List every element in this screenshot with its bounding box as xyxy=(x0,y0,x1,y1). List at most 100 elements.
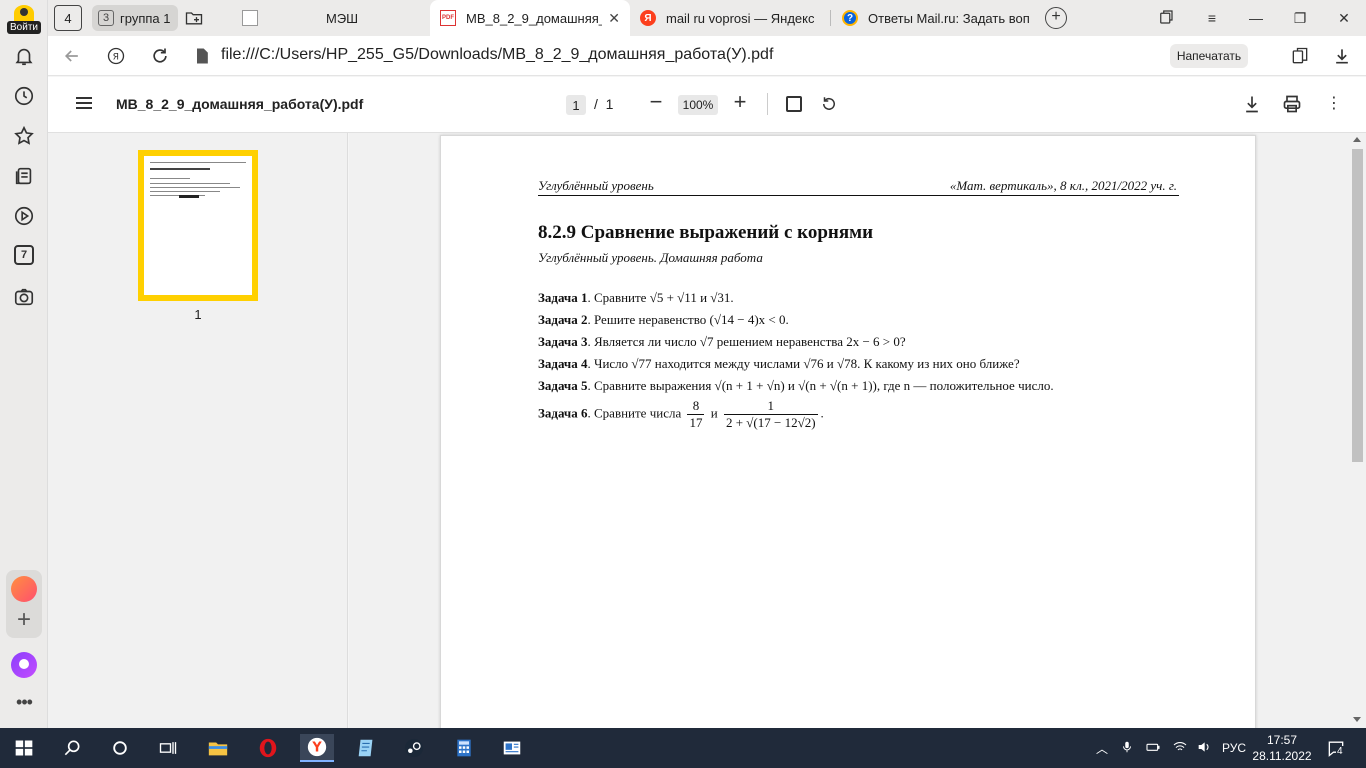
task-1: Задача 1. Сравните √5 + √11 и √31. xyxy=(538,290,734,306)
task-6-period: . xyxy=(820,405,824,421)
pdf-page: Углублённый уровень «Мат. вертикаль», 8 … xyxy=(440,135,1256,728)
clock-date: 28.11.2022 xyxy=(1252,749,1312,763)
extensions-icon[interactable] xyxy=(1288,44,1312,68)
svg-text:Y: Y xyxy=(311,741,322,756)
task-text: . Сравните числа xyxy=(587,405,682,421)
downloads-icon[interactable] xyxy=(1330,44,1354,68)
camera-icon[interactable] xyxy=(12,285,36,309)
task-label: Задача 6 xyxy=(538,405,588,421)
task-text: . Число √77 находится между числами √76 … xyxy=(587,356,1020,371)
tab-mesh[interactable]: МЭШ xyxy=(232,0,428,36)
battery-icon[interactable] xyxy=(1144,739,1162,758)
task-label: Задача 2 xyxy=(538,312,588,327)
fit-page-icon[interactable] xyxy=(786,96,802,112)
bell-icon[interactable] xyxy=(12,44,36,68)
play-icon[interactable] xyxy=(12,204,36,228)
pdf-toolbar: МВ_8_2_9_домашняя_работа(У).pdf 1 / 1 − … xyxy=(48,77,1366,133)
zoom-in-button[interactable]: + xyxy=(730,91,750,115)
alice-icon[interactable] xyxy=(11,652,37,678)
tab-bar: 4 3 группа 1 МЭШ PDF МВ_8_2_9_домашняя_р… xyxy=(48,0,1366,36)
new-group-icon[interactable] xyxy=(184,8,204,28)
task-text: . Решите неравенство (√14 − 4)x < 0. xyxy=(587,312,789,327)
tab-mail-answers[interactable]: ? Ответы Mail.ru: Задать воп xyxy=(832,0,1032,36)
system-tray: ︿ РУС xyxy=(1096,728,1246,768)
outline-menu-icon[interactable] xyxy=(76,97,92,111)
section-subtitle: Углублённый уровень. Домашняя работа xyxy=(538,250,763,265)
notifications-icon[interactable]: 4 xyxy=(1326,738,1346,758)
svg-text:Я: Я xyxy=(113,51,119,62)
file-explorer-icon[interactable] xyxy=(204,734,232,762)
task-text: . Является ли число √7 решением неравенс… xyxy=(587,334,906,349)
calendar-icon[interactable]: 7 xyxy=(14,245,34,265)
restore-icon[interactable]: ❐ xyxy=(1290,8,1310,28)
calculator-icon[interactable] xyxy=(450,734,478,762)
notes-app-icon[interactable] xyxy=(352,734,380,762)
search-icon[interactable] xyxy=(58,734,86,762)
tray-expand-icon[interactable]: ︿ xyxy=(1096,740,1108,757)
more-icon[interactable]: ••• xyxy=(12,692,36,712)
collections-icon[interactable] xyxy=(12,164,36,188)
fraction-2-numerator: 1 xyxy=(723,398,818,415)
language-indicator[interactable]: РУС xyxy=(1222,741,1246,755)
tab-manager-icon[interactable] xyxy=(1156,8,1176,28)
pdf-download-icon[interactable] xyxy=(1242,94,1262,114)
scrollbar-thumb[interactable] xyxy=(1352,149,1363,462)
task-view-icon[interactable] xyxy=(154,734,182,762)
zoom-out-button[interactable]: − xyxy=(646,91,666,115)
opera-icon[interactable] xyxy=(254,734,282,762)
minimize-icon[interactable]: — xyxy=(1246,8,1266,28)
scroll-down-icon[interactable] xyxy=(1353,717,1361,722)
print-button[interactable]: Напечатать xyxy=(1170,44,1248,68)
new-tab-button[interactable]: + xyxy=(1045,7,1067,29)
tab-count-button[interactable]: 4 xyxy=(54,5,82,31)
yandex-browser-icon[interactable]: Y xyxy=(300,734,334,762)
close-tab-icon[interactable]: ✕ xyxy=(608,10,620,27)
mail-answers-favicon-icon: ? xyxy=(842,10,858,26)
page-header-left: Углублённый уровень xyxy=(538,178,654,193)
more-actions-icon[interactable]: ⋮ xyxy=(1326,94,1342,114)
notifications-count: 4 xyxy=(1336,746,1344,757)
url-field[interactable]: file:///C:/Users/HP_255_G5/Downloads/МВ_… xyxy=(221,46,773,64)
taskbar: Y ︿ РУС 17:57 28.11.2022 4 xyxy=(0,728,1366,768)
clock[interactable]: 17:57 28.11.2022 xyxy=(1252,732,1312,764)
fraction-2-denominator: 2 + √(17 − 12√2) xyxy=(725,415,816,430)
volume-icon[interactable] xyxy=(1196,739,1212,758)
steam-icon[interactable] xyxy=(400,734,428,762)
back-icon[interactable] xyxy=(60,44,84,68)
page-thumbnail[interactable] xyxy=(138,150,258,301)
login-button[interactable]: Войти xyxy=(6,4,42,34)
close-window-icon[interactable]: ✕ xyxy=(1334,8,1354,28)
section-title: 8.2.9 Сравнение выражений с корнями xyxy=(538,222,874,243)
scroll-up-icon[interactable] xyxy=(1353,137,1361,142)
menu-icon[interactable]: ≡ xyxy=(1202,8,1222,28)
vertical-scrollbar[interactable] xyxy=(1349,133,1366,728)
windows-start-icon[interactable] xyxy=(10,734,38,762)
add-app-icon[interactable]: + xyxy=(12,608,36,633)
tab-group[interactable]: 3 группа 1 xyxy=(92,5,178,31)
zen-icon[interactable] xyxy=(11,576,37,602)
star-icon[interactable] xyxy=(12,124,36,148)
conjunction: и xyxy=(710,405,718,421)
microphone-icon[interactable] xyxy=(1120,739,1134,758)
task-4: Задача 4. Число √77 находится между числ… xyxy=(538,356,1020,372)
login-label: Войти xyxy=(7,21,41,34)
zoom-input[interactable]: 100% xyxy=(678,95,718,115)
rotate-icon[interactable] xyxy=(820,95,838,113)
news-app-icon[interactable] xyxy=(498,734,526,762)
reload-icon[interactable] xyxy=(148,44,172,68)
tab-title: МВ_8_2_9_домашняя_р xyxy=(466,10,602,26)
page-separator: / xyxy=(594,96,598,112)
clock-time: 17:57 xyxy=(1266,733,1298,747)
wifi-icon[interactable] xyxy=(1172,739,1188,758)
pdf-title: МВ_8_2_9_домашняя_работа(У).pdf xyxy=(116,96,364,112)
tab-pdf[interactable]: PDF МВ_8_2_9_домашняя_р ✕ xyxy=(430,0,630,36)
yandex-logo-icon[interactable]: Я xyxy=(104,44,128,68)
pdf-print-icon[interactable] xyxy=(1282,94,1302,114)
history-icon[interactable] xyxy=(12,84,36,108)
thumbnail-page-number: 1 xyxy=(194,307,202,322)
tab-yandex-search[interactable]: Я mail ru voprosi — Яндекс xyxy=(630,0,828,36)
task-label: Задача 4 xyxy=(538,356,588,371)
cortana-icon[interactable] xyxy=(106,734,134,762)
address-bar: Я file:///C:/Users/HP_255_G5/Downloads/М… xyxy=(48,36,1366,76)
page-number-input[interactable]: 1 xyxy=(566,95,586,115)
